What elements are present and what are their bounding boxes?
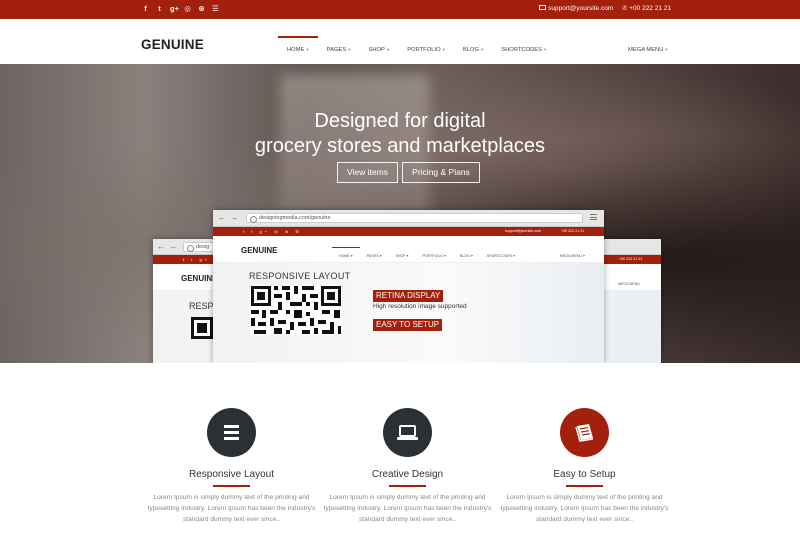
mockup-back-qr-code: [191, 317, 213, 339]
rss-icon[interactable]: ☰: [212, 4, 219, 14]
feature-icon-circle: [207, 408, 256, 457]
mockup-nav-portfolio: PORTFOLIO ▾: [422, 254, 446, 258]
chevron-down-icon: ▾: [386, 47, 390, 52]
mockup-nav-blog: BLOG ▾: [459, 254, 473, 258]
hero-buttons: View items Pricing & Plans: [337, 162, 480, 183]
nav-portfolio[interactable]: PORTFOLIO ▾: [398, 19, 454, 64]
feature-title: Easy to Setup: [553, 469, 616, 480]
forward-arrow-icon: →: [169, 242, 177, 251]
github-icon[interactable]: ◎: [184, 4, 191, 14]
mockup-back-responsive-title: RESP: [189, 301, 214, 311]
bars-icon: [224, 425, 239, 440]
mockup-back-social-icons: f t g+: [183, 257, 211, 262]
feature-text: Lorem Ipsum is simply dummy text of the …: [500, 494, 669, 523]
main-nav: HOME ▾ PAGES ▾ SHOP ▾ PORTFOLIO ▾ BLOG ▾ SHOR…: [278, 19, 555, 64]
mockup-nav-home: HOME ▾: [332, 236, 360, 263]
mockup-front-body: RESPONSIVE LAYOUT RETINA DISPLAY High re…: [213, 263, 604, 363]
book-icon: [575, 424, 594, 442]
email-text: support@yoursite.com: [548, 5, 614, 12]
feature-icon-circle: [383, 408, 432, 457]
phone-text: +00 222 21 21: [629, 5, 671, 12]
phone-icon: ✆: [622, 6, 628, 12]
mockup-front-header: GENUINE HOME ▾ PAGES ▾ SHOP ▾ PORTFOLIO …: [213, 236, 604, 263]
easy-setup-tag: EASY TO SETUP: [373, 319, 443, 331]
feature-title: Responsive Layout: [188, 469, 275, 480]
mockup-front-mega: MEGA MENU ▾: [553, 236, 592, 263]
hero-section: Designed for digital grocery stores and …: [0, 64, 800, 363]
nav-blog[interactable]: BLOG ▾: [454, 19, 492, 64]
contact-info: support@yoursite.com ✆ +00 222 21 21: [539, 5, 671, 12]
phone-info: ✆ +00 222 21 21: [622, 5, 671, 12]
site-logo[interactable]: GENUINE: [141, 37, 204, 52]
envelope-icon: [539, 5, 547, 10]
nav-pages-label: PAGES: [326, 47, 347, 53]
mockup-nav-shortcodes: SHORTCODES ▾: [486, 254, 515, 258]
chevron-down-icon: ▾: [665, 47, 668, 52]
mockup-responsive-title: RESPONSIVE LAYOUT: [249, 271, 351, 281]
mockup-front-topbar: f t g+ ◎ ⊛ ☰ support@yoursite.com +00 22…: [213, 227, 604, 236]
site-header: GENUINE HOME ▾ PAGES ▾ SHOP ▾ PORTFOLIO ▾ BL…: [0, 19, 800, 64]
mockup-back-phone: +00 222 21 21: [619, 257, 643, 261]
qr-code-image: [250, 285, 342, 335]
browser-menu-icon: [590, 214, 597, 221]
view-items-button[interactable]: View items: [337, 162, 398, 183]
forward-arrow-icon: →: [230, 213, 238, 222]
hero-title-line2: grocery stores and marketplaces: [254, 135, 546, 157]
top-bar: f t g+ ◎ ⊛ ☰ support@yoursite.com ✆ +00 2…: [0, 0, 800, 19]
chevron-down-icon: ▾: [348, 47, 351, 52]
nav-shortcodes[interactable]: SHORTCODES ▾: [492, 19, 555, 64]
mockup-front-url: designingmedia.com/genuine: [246, 213, 583, 223]
nav-blog-label: BLOG: [462, 47, 479, 53]
browser-mockup-front: ← → designingmedia.com/genuine f t g+ ◎ …: [213, 210, 604, 363]
mockup-front-logo: GENUINE: [241, 246, 278, 255]
mockup-front-email: support@yoursite.com: [505, 229, 542, 233]
feature-icon-circle: [560, 408, 609, 457]
feature-text: Lorem Ipsum is simply dummy text of the …: [323, 494, 492, 523]
dribbble-icon[interactable]: ⊛: [198, 4, 205, 14]
mockup-front-chrome: ← → designingmedia.com/genuine: [213, 210, 604, 227]
retina-display-tag: RETINA DISPLAY: [373, 290, 444, 302]
mockup-nav-mega-menu: MEGA MENU ▾: [560, 254, 585, 258]
back-arrow-icon: ←: [218, 213, 226, 222]
pricing-plans-button[interactable]: Pricing & Plans: [402, 162, 480, 183]
features-section: Responsive Layout Lorem Ipsum is simply …: [0, 363, 800, 547]
nav-shop[interactable]: SHOP ▾: [359, 19, 398, 64]
email-link[interactable]: support@yoursite.com: [539, 5, 613, 12]
hero-title-line1: Designed for digital: [314, 110, 486, 132]
back-arrow-icon: ←: [157, 242, 165, 251]
nav-shortcodes-label: SHORTCODES: [501, 47, 543, 53]
nav-portfolio-label: PORTFOLIO: [407, 47, 441, 53]
nav-pages[interactable]: PAGES ▾: [318, 19, 360, 64]
mockup-back-nav: MEGA MENU: [611, 264, 647, 291]
feature-text: Lorem Ipsum is simply dummy text of the …: [147, 494, 316, 523]
mockup-nav-shop: SHOP ▾: [395, 254, 409, 258]
twitter-icon[interactable]: t: [156, 4, 163, 14]
feature-divider: [213, 485, 250, 487]
feature-title: Creative Design: [371, 469, 444, 480]
nav-home-label: HOME: [287, 47, 305, 53]
nav-shop-label: SHOP: [368, 47, 385, 53]
nav-home[interactable]: HOME ▾: [278, 19, 318, 64]
mockup-front-nav: HOME ▾ PAGES ▾ SHOP ▾ PORTFOLIO ▾ BLOG ▾…: [332, 236, 522, 263]
mega-menu-label: MEGA MENU: [628, 47, 664, 53]
social-links: f t g+ ◎ ⊛ ☰: [142, 4, 219, 14]
mockup-back-logo: GENUINE: [181, 274, 218, 283]
mockup-nav-pages: PAGES ▾: [366, 254, 382, 258]
chevron-down-icon: ▾: [442, 47, 445, 52]
laptop-icon: [397, 425, 418, 440]
chevron-down-icon: ▾: [480, 47, 484, 52]
feature-divider: [566, 485, 603, 487]
mockup-front-phone: +00 222 21 21: [561, 229, 585, 233]
mockup-front-social-icons: f t g+ ◎ ⊛ ☰: [243, 229, 302, 234]
chevron-down-icon: ▾: [544, 47, 547, 52]
facebook-icon[interactable]: f: [142, 4, 149, 14]
retina-display-subtitle: High resolution image supported: [373, 303, 467, 310]
feature-divider: [389, 485, 426, 487]
mockup-back-mega-menu: MEGA MENU: [618, 282, 640, 286]
chevron-down-icon: ▾: [306, 47, 309, 52]
google-plus-icon[interactable]: g+: [170, 4, 179, 14]
hero-title: Designed for digital grocery stores and …: [0, 109, 800, 159]
